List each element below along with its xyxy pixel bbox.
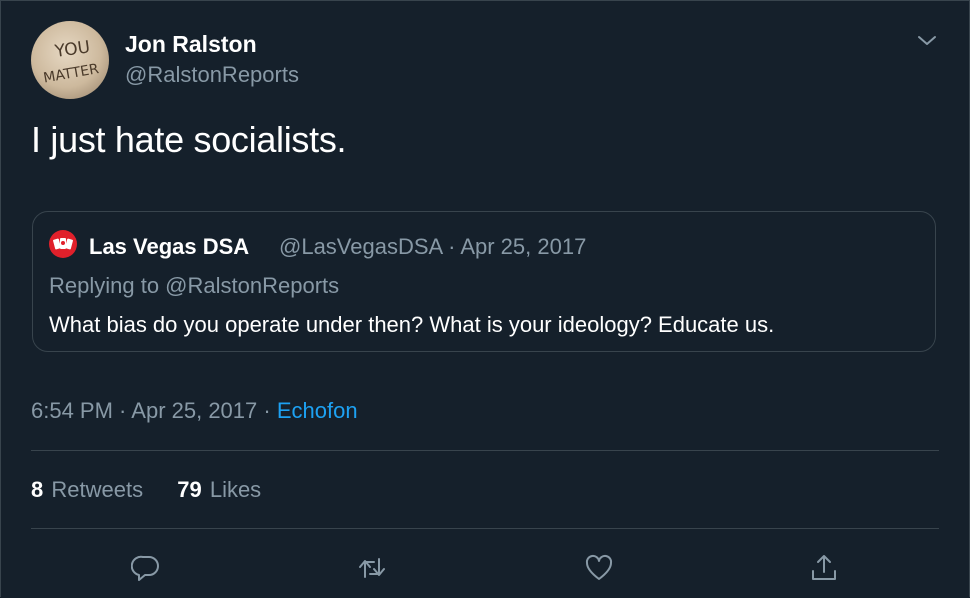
retweet-icon xyxy=(359,558,385,578)
avatar-image: YOU MATTER xyxy=(42,37,100,87)
rose-logo-icon xyxy=(53,238,73,250)
divider xyxy=(31,528,939,529)
heart-icon xyxy=(585,554,613,580)
tweet-text: I just hate socialists. xyxy=(31,119,347,160)
share-icon xyxy=(812,555,836,580)
svg-text:MATTER: MATTER xyxy=(42,61,100,87)
tweet-timestamp: 6:54 PM · Apr 25, 2017 · Echofon xyxy=(31,398,358,424)
retweet-button[interactable] xyxy=(351,549,391,589)
author-handle[interactable]: @RalstonReports xyxy=(125,62,299,88)
author-name[interactable]: Jon Ralston xyxy=(125,31,257,58)
retweets-count: 8 xyxy=(31,477,44,502)
engagement-stats: 8 Retweets 79 Likes xyxy=(31,477,289,503)
author-avatar[interactable]: YOU MATTER xyxy=(31,21,109,99)
tweet-date[interactable]: Apr 25, 2017 xyxy=(131,398,257,423)
retweets-label: Retweets xyxy=(51,477,144,502)
quoted-author-name[interactable]: Las Vegas DSA xyxy=(89,234,249,260)
divider xyxy=(31,450,939,451)
reply-button[interactable] xyxy=(125,549,165,589)
likes-count: 79 xyxy=(177,477,202,502)
like-button[interactable] xyxy=(578,549,618,589)
retweets-stat[interactable]: 8 Retweets xyxy=(31,477,143,503)
quoted-replying-to: Replying to @RalstonReports xyxy=(49,273,340,298)
likes-label: Likes xyxy=(209,477,262,502)
quoted-meta: @LasVegasDSA · Apr 25, 2017 xyxy=(279,234,587,259)
tweet-time[interactable]: 6:54 PM xyxy=(31,398,113,423)
tweet-source-link[interactable]: Echofon xyxy=(277,398,358,423)
separator: · xyxy=(112,398,132,423)
chevron-down-icon[interactable] xyxy=(913,29,941,53)
quoted-tweet[interactable]: Las Vegas DSA @LasVegasDSA · Apr 25, 201… xyxy=(32,211,936,352)
separator: · xyxy=(257,398,277,423)
share-button[interactable] xyxy=(803,549,843,589)
quoted-avatar[interactable] xyxy=(49,230,77,258)
quoted-text: What bias do you operate under then? Wha… xyxy=(49,312,775,337)
reply-icon xyxy=(131,555,159,581)
likes-stat[interactable]: 79 Likes xyxy=(177,477,261,503)
svg-text:YOU: YOU xyxy=(53,37,92,62)
tweet-card: YOU MATTER Jon Ralston @RalstonReports I… xyxy=(0,0,970,597)
